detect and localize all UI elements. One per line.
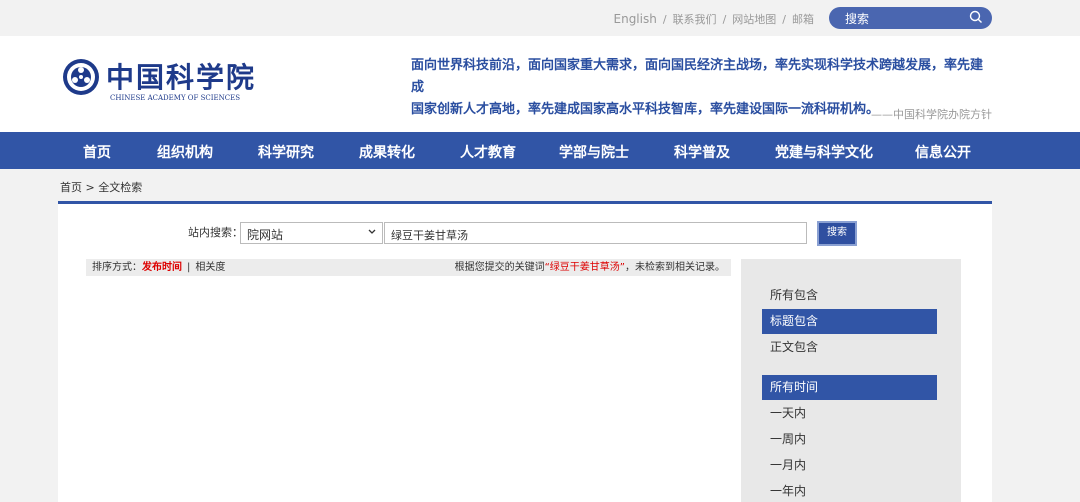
nav-popular-science[interactable]: 科学普及 xyxy=(674,142,730,162)
sort-by-time[interactable]: 发布时间 xyxy=(142,262,182,273)
slogan-line-1: 面向世界科技前沿，面向国家重大需求，面向国民经济主战场，率先实现科学技术跨越发展… xyxy=(411,58,984,95)
sort-options: 排序方式：发布时间 | 相关度 xyxy=(92,259,225,276)
nav-research[interactable]: 科学研究 xyxy=(258,142,314,162)
link-english[interactable]: English xyxy=(614,12,657,26)
top-search-box[interactable]: 搜索 xyxy=(829,7,992,29)
search-panel: 站内搜索： 院网站 绿豆干姜甘草汤 搜索 排序方式：发布时间 | 相关度 根据您提交… xyxy=(58,201,992,502)
filter-sidebar: 所有包含 标题包含 正文包含 所有时间 一天内 一周内 一月内 一年内 xyxy=(741,259,961,502)
nav-transfer[interactable]: 成果转化 xyxy=(359,142,415,162)
link-mail[interactable]: 邮箱 xyxy=(792,13,814,26)
nav-organization[interactable]: 组织机构 xyxy=(157,142,213,162)
logo-english: CHINESE ACADEMY OF SCIENCES xyxy=(110,94,241,102)
nav-party-culture[interactable]: 党建与科学文化 xyxy=(775,142,873,162)
chevron-down-icon xyxy=(367,225,377,242)
filter-body-content[interactable]: 正文包含 xyxy=(762,335,937,360)
top-links: English / 联系我们 / 网站地图 / 邮箱 xyxy=(613,12,815,26)
link-contact[interactable]: 联系我们 xyxy=(673,13,717,26)
msg-suffix: ，未检索到相关记录。 xyxy=(625,262,725,273)
top-bar: English / 联系我们 / 网站地图 / 邮箱 搜索 xyxy=(0,0,1080,36)
search-input[interactable]: 绿豆干姜甘草汤 xyxy=(384,222,807,244)
msg-keyword: “绿豆干姜甘草汤” xyxy=(544,262,625,273)
search-label: 站内搜索： xyxy=(188,226,243,239)
filter-one-week[interactable]: 一周内 xyxy=(762,427,937,452)
msg-prefix: 根据您提交的关键词 xyxy=(454,262,545,273)
filter-all-content[interactable]: 所有包含 xyxy=(762,283,937,308)
scope-value: 院网站 xyxy=(247,228,284,242)
nav-disclosure[interactable]: 信息公开 xyxy=(915,142,971,162)
sort-label: 排序方式： xyxy=(92,262,142,273)
sort-divider: | xyxy=(187,262,191,273)
nav-academicians[interactable]: 学部与院士 xyxy=(559,142,629,162)
search-row: 站内搜索： 院网站 绿豆干姜甘草汤 搜索 xyxy=(58,204,992,254)
scope-select[interactable]: 院网站 xyxy=(240,222,383,244)
main-nav: 首页 组织机构 科学研究 成果转化 人才教育 学部与院士 科学普及 党建与科学文… xyxy=(0,132,1080,169)
logo-chinese: 中国科学院 xyxy=(106,61,257,94)
nav-home[interactable]: 首页 xyxy=(83,142,111,162)
search-icon[interactable] xyxy=(968,9,984,25)
filter-one-day[interactable]: 一天内 xyxy=(762,401,937,426)
slogan-source: ——中国科学院办院方针 xyxy=(871,108,992,121)
filter-one-month[interactable]: 一月内 xyxy=(762,453,937,478)
sort-by-relevance[interactable]: 相关度 xyxy=(195,262,225,273)
search-button[interactable]: 搜索 xyxy=(817,221,857,246)
site-header: 中国科学院 CHINESE ACADEMY OF SCIENCES 面向世界科技… xyxy=(0,36,1080,132)
filter-one-year[interactable]: 一年内 xyxy=(762,479,937,502)
breadcrumb[interactable]: 首页 > 全文检索 xyxy=(60,179,142,195)
nav-education[interactable]: 人才教育 xyxy=(460,142,516,162)
top-search-label: 搜索 xyxy=(845,12,870,26)
result-bar: 排序方式：发布时间 | 相关度 根据您提交的关键词“绿豆干姜甘草汤”，未检索到相关记… xyxy=(86,259,731,276)
filter-all-time[interactable]: 所有时间 xyxy=(762,375,937,400)
cas-emblem-icon xyxy=(63,59,99,95)
filter-title-content[interactable]: 标题包含 xyxy=(762,309,937,334)
no-results-message: 根据您提交的关键词“绿豆干姜甘草汤”，未检索到相关记录。 xyxy=(455,259,725,276)
link-sitemap[interactable]: 网站地图 xyxy=(732,13,776,26)
